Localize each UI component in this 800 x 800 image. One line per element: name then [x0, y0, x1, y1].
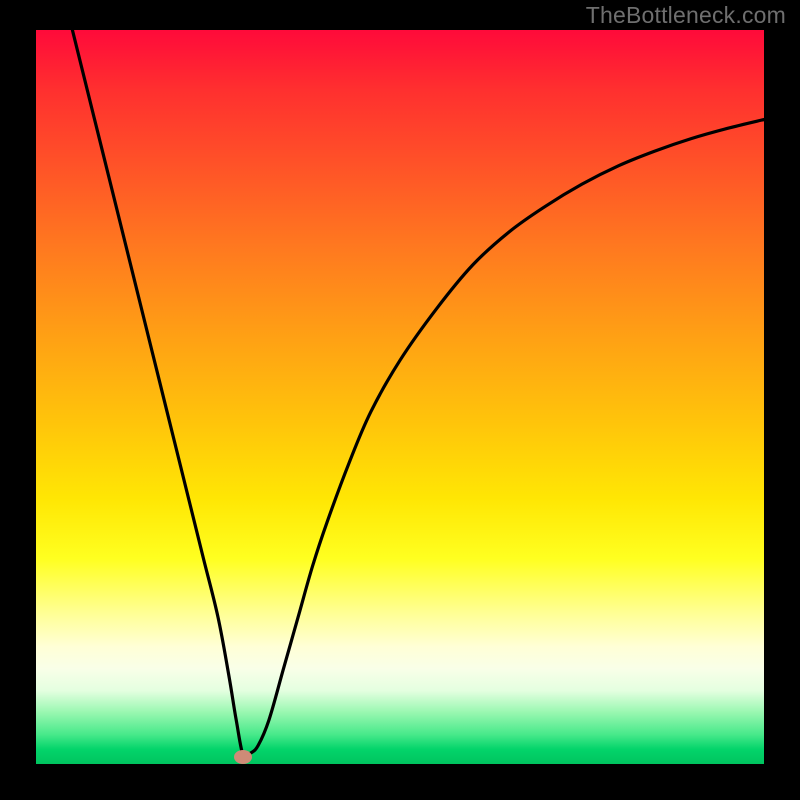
plot-area	[36, 30, 764, 764]
attribution-label: TheBottleneck.com	[586, 2, 786, 29]
curve-svg	[36, 30, 764, 764]
bottleneck-curve	[72, 30, 764, 759]
chart-container: TheBottleneck.com	[0, 0, 800, 800]
optimum-marker	[234, 750, 252, 764]
